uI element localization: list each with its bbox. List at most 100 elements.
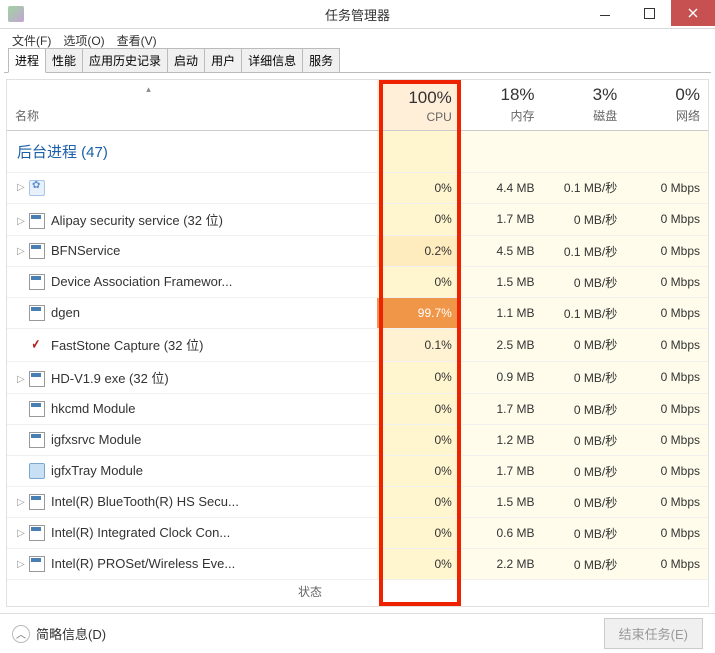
process-row[interactable]: Device Association Framewor...0%1.5 MB0 … bbox=[7, 267, 708, 298]
mem-value: 4.5 MB bbox=[460, 236, 543, 267]
process-row[interactable]: FastStone Capture (32 位)0.1%2.5 MB0 MB/秒… bbox=[7, 329, 708, 362]
tab-users[interactable]: 用户 bbox=[204, 48, 242, 72]
net-value: 0 Mbps bbox=[625, 394, 708, 425]
disk-value: 0 MB/秒 bbox=[543, 425, 626, 456]
expand-icon[interactable]: ▷ bbox=[17, 559, 27, 570]
disk-value: 0 MB/秒 bbox=[543, 394, 626, 425]
tray-icon bbox=[29, 463, 45, 479]
gear-icon bbox=[29, 180, 45, 196]
expand-icon[interactable]: ▷ bbox=[17, 246, 27, 257]
group-label: 后台进程 (47) bbox=[7, 130, 377, 172]
net-value: 0 Mbps bbox=[625, 329, 708, 362]
exe-icon bbox=[29, 525, 45, 541]
col-cpu[interactable]: 100% CPU bbox=[377, 80, 460, 130]
process-row[interactable]: ▷Alipay security service (32 位)0%1.7 MB0… bbox=[7, 203, 708, 236]
mem-value: 1.2 MB bbox=[460, 425, 543, 456]
maximize-button[interactable] bbox=[627, 0, 671, 26]
tab-app-history[interactable]: 应用历史记录 bbox=[82, 48, 168, 72]
process-name-cell: ▷ bbox=[7, 172, 377, 203]
exe-icon bbox=[29, 556, 45, 572]
process-name-cell: Device Association Framewor... bbox=[7, 267, 377, 298]
exe-icon bbox=[29, 401, 45, 417]
process-name-cell: igfxsrvc Module bbox=[7, 425, 377, 456]
process-name: Device Association Framewor... bbox=[51, 274, 232, 289]
process-name-cell: hkcmd Module bbox=[7, 394, 377, 425]
net-value: 0 Mbps bbox=[625, 549, 708, 580]
process-row[interactable]: ▷0%4.4 MB0.1 MB/秒0 Mbps bbox=[7, 172, 708, 203]
group-background-processes[interactable]: 后台进程 (47) bbox=[7, 130, 708, 172]
fewer-details-toggle[interactable]: ︿ 简略信息(D) bbox=[12, 624, 106, 643]
cpu-value: 0.1% bbox=[377, 329, 460, 362]
disk-value: 0 MB/秒 bbox=[543, 203, 626, 236]
disk-value: 0.1 MB/秒 bbox=[543, 172, 626, 203]
tab-processes[interactable]: 进程 bbox=[8, 48, 46, 73]
mem-value: 1.7 MB bbox=[460, 456, 543, 487]
process-row[interactable]: igfxTray Module0%1.7 MB0 MB/秒0 Mbps bbox=[7, 456, 708, 487]
close-button[interactable] bbox=[671, 0, 715, 26]
cpu-value: 0.2% bbox=[377, 236, 460, 267]
expand-icon[interactable]: ▷ bbox=[17, 497, 27, 508]
mem-value: 1.7 MB bbox=[460, 203, 543, 236]
process-name-cell: ▷ Intel(R) Integrated Clock Con... bbox=[7, 518, 377, 549]
expand-icon[interactable]: ▷ bbox=[17, 182, 27, 193]
disk-value: 0 MB/秒 bbox=[543, 267, 626, 298]
process-name: igfxTray Module bbox=[51, 463, 143, 478]
footer: ︿ 简略信息(D) 结束任务(E) bbox=[0, 613, 715, 653]
cpu-value: 0% bbox=[377, 394, 460, 425]
mem-value: 1.1 MB bbox=[460, 298, 543, 329]
process-name: FastStone Capture (32 位) bbox=[51, 338, 203, 353]
process-row[interactable]: ▷Intel(R) BlueTooth(R) HS Secu...0%1.5 M… bbox=[7, 487, 708, 518]
mem-value: 2.2 MB bbox=[460, 549, 543, 580]
cpu-value: 0% bbox=[377, 361, 460, 394]
process-table-wrap[interactable]: ▴ 名称 状态 100% CPU 18% 内存 3% bbox=[6, 79, 709, 607]
process-row[interactable]: ▷HD-V1.9 exe (32 位)0%0.9 MB0 MB/秒0 Mbps bbox=[7, 361, 708, 394]
net-value: 0 Mbps bbox=[625, 518, 708, 549]
process-row[interactable]: ▷Intel(R) Integrated Clock Con...0%0.6 M… bbox=[7, 518, 708, 549]
net-value: 0 Mbps bbox=[625, 172, 708, 203]
col-memory[interactable]: 18% 内存 bbox=[460, 80, 543, 130]
process-name-cell: ▷Alipay security service (32 位) bbox=[7, 203, 377, 236]
disk-value: 0 MB/秒 bbox=[543, 361, 626, 394]
process-name: Intel(R) Integrated Clock Con... bbox=[51, 525, 230, 540]
col-status[interactable]: 状态 bbox=[290, 80, 377, 130]
tab-details[interactable]: 详细信息 bbox=[241, 48, 303, 72]
cpu-value: 0% bbox=[377, 456, 460, 487]
process-name-cell: ▷ Intel(R) BlueTooth(R) HS Secu... bbox=[7, 487, 377, 518]
process-name: dgen bbox=[51, 305, 80, 320]
disk-value: 0 MB/秒 bbox=[543, 487, 626, 518]
col-network[interactable]: 0% 网络 bbox=[625, 80, 708, 130]
disk-value: 0 MB/秒 bbox=[543, 518, 626, 549]
tab-startup[interactable]: 启动 bbox=[167, 48, 205, 72]
net-value: 0 Mbps bbox=[625, 267, 708, 298]
minimize-button[interactable] bbox=[583, 0, 627, 26]
process-row[interactable]: hkcmd Module0%1.7 MB0 MB/秒0 Mbps bbox=[7, 394, 708, 425]
process-row[interactable]: ▷BFNService0.2%4.5 MB0.1 MB/秒0 Mbps bbox=[7, 236, 708, 267]
col-disk[interactable]: 3% 磁盘 bbox=[543, 80, 626, 130]
cpu-value: 0% bbox=[377, 518, 460, 549]
expand-icon[interactable]: ▷ bbox=[17, 528, 27, 539]
net-value: 0 Mbps bbox=[625, 487, 708, 518]
process-row[interactable]: dgen99.7%1.1 MB0.1 MB/秒0 Mbps bbox=[7, 298, 708, 329]
disk-value: 0 MB/秒 bbox=[543, 549, 626, 580]
net-value: 0 Mbps bbox=[625, 203, 708, 236]
process-name-cell: ▷HD-V1.9 exe (32 位) bbox=[7, 361, 377, 394]
expand-icon[interactable]: ▷ bbox=[17, 374, 27, 385]
mem-value: 4.4 MB bbox=[460, 172, 543, 203]
col-name[interactable]: ▴ 名称 bbox=[7, 80, 290, 130]
exe-icon bbox=[29, 274, 45, 290]
tab-performance[interactable]: 性能 bbox=[45, 48, 83, 72]
tab-strip: 进程 性能 应用历史记录 启动 用户 详细信息 服务 bbox=[4, 51, 711, 73]
app-icon bbox=[8, 6, 24, 22]
exe-icon bbox=[29, 305, 45, 321]
process-row[interactable]: igfxsrvc Module0%1.2 MB0 MB/秒0 Mbps bbox=[7, 425, 708, 456]
process-name: BFNService bbox=[51, 243, 120, 258]
expand-icon[interactable]: ▷ bbox=[17, 216, 27, 227]
tab-services[interactable]: 服务 bbox=[302, 48, 340, 72]
disk-value: 0 MB/秒 bbox=[543, 456, 626, 487]
process-name: Intel(R) BlueTooth(R) HS Secu... bbox=[51, 494, 239, 509]
process-row[interactable]: ▷Intel(R) PROSet/Wireless Eve...0%2.2 MB… bbox=[7, 549, 708, 580]
disk-value: 0.1 MB/秒 bbox=[543, 298, 626, 329]
end-task-button[interactable]: 结束任务(E) bbox=[604, 618, 703, 649]
disk-value: 0 MB/秒 bbox=[543, 329, 626, 362]
disk-value: 0.1 MB/秒 bbox=[543, 236, 626, 267]
